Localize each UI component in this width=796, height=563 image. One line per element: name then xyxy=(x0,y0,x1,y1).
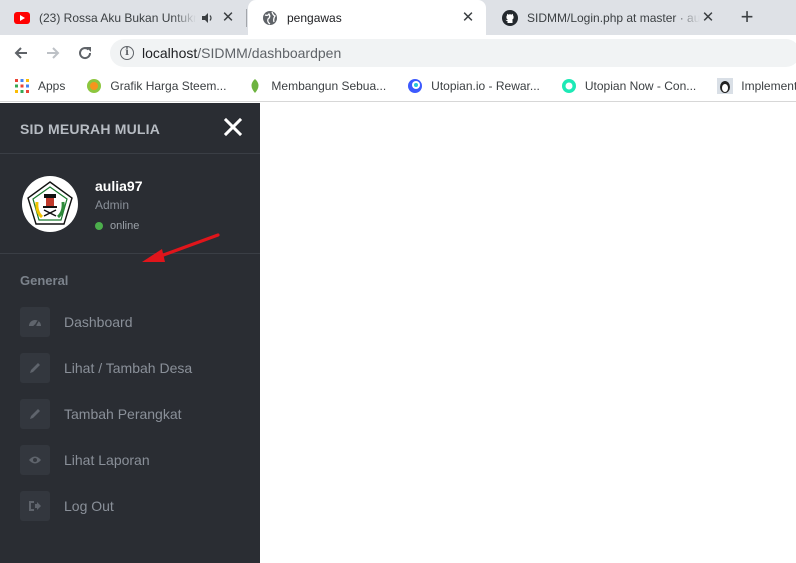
annotation-arrow-icon xyxy=(142,233,220,262)
sidebar-item-dashboard[interactable]: Dashboard xyxy=(0,299,260,345)
tab-separator xyxy=(246,9,247,27)
leaf-icon xyxy=(247,78,263,94)
close-tab-icon[interactable]: ✕ xyxy=(220,9,236,26)
main-content-area xyxy=(260,103,796,563)
sign-out-icon xyxy=(20,491,50,521)
menu-section-title: General xyxy=(20,273,69,288)
bookmark-label: Implementasi xyxy=(741,78,796,93)
info-icon[interactable]: i xyxy=(120,46,134,60)
close-tab-icon[interactable]: ✕ xyxy=(460,9,476,26)
status-text: online xyxy=(110,220,140,232)
brand-title[interactable]: SID MEURAH MULIA xyxy=(20,121,160,137)
sidebar-item-lihat-tambah-desa[interactable]: Lihat / Tambah Desa xyxy=(0,345,260,391)
dashboard-icon xyxy=(20,307,50,337)
bookmark-label: Utopian.io - Rewar... xyxy=(431,78,540,93)
online-status: online xyxy=(95,220,139,232)
browser-tab-youtube[interactable]: (23) Rossa Aku Bukan Untukmu ✕ xyxy=(0,0,247,35)
sidebar-item-label: Lihat / Tambah Desa xyxy=(64,360,193,376)
sidebar-item-tambah-perangkat[interactable]: Tambah Perangkat xyxy=(0,391,260,437)
bookmark-label: Apps xyxy=(38,78,66,93)
sidebar-brand: SID MEURAH MULIA xyxy=(0,103,260,154)
avatar xyxy=(22,176,78,232)
bookmark-membangun[interactable]: Membangun Sebua... xyxy=(247,78,386,94)
sidebar-item-label: Tambah Perangkat xyxy=(64,406,182,422)
bookmark-label: Grafik Harga Steem... xyxy=(110,78,227,93)
eye-icon xyxy=(20,445,50,475)
pencil-icon xyxy=(20,353,50,383)
github-icon xyxy=(502,9,518,26)
sidebar: SID MEURAH MULIA aulia97 Admin online Ge… xyxy=(0,103,260,563)
globe-icon xyxy=(262,10,278,26)
youtube-icon xyxy=(14,10,30,26)
page-content: SID MEURAH MULIA aulia97 Admin online Ge… xyxy=(0,103,796,563)
user-profile: aulia97 Admin online xyxy=(0,155,260,262)
utopian-icon xyxy=(407,78,423,94)
bookmark-grafik-harga[interactable]: Grafik Harga Steem... xyxy=(86,78,226,94)
sidebar-menu: Dashboard Lihat / Tambah Desa Tambah Per… xyxy=(0,299,260,529)
username: aulia97 xyxy=(95,178,143,194)
speaker-icon[interactable] xyxy=(200,11,214,25)
apps-grid-icon xyxy=(14,78,30,94)
bookmark-label: Membangun Sebua... xyxy=(271,78,387,93)
bookmark-utopian-now[interactable]: Utopian Now - Con... xyxy=(561,78,696,94)
bookmarks-bar: Apps Grafik Harga Steem... Membangun Seb… xyxy=(0,70,796,102)
browser-toolbar: i localhost/SIDMM/dashboardpen xyxy=(0,35,796,70)
close-tab-icon[interactable]: ✕ xyxy=(700,9,716,26)
forward-arrow-icon[interactable] xyxy=(42,42,64,64)
penguin-icon xyxy=(717,77,734,94)
bookmark-implementasi[interactable]: Implementasi xyxy=(717,77,796,94)
address-bar[interactable]: i localhost/SIDMM/dashboardpen xyxy=(110,39,796,67)
tab-title: pengawas xyxy=(287,10,342,25)
sidebar-item-lihat-laporan[interactable]: Lihat Laporan xyxy=(0,437,260,483)
reload-icon[interactable] xyxy=(74,42,96,64)
browser-tab-strip: (23) Rossa Aku Bukan Untukmu ✕ pengawas … xyxy=(0,0,796,35)
sidebar-item-log-out[interactable]: Log Out xyxy=(0,483,260,529)
bookmark-label: Utopian Now - Con... xyxy=(584,78,697,93)
status-dot-icon xyxy=(95,222,103,230)
browser-tab-github[interactable]: SIDMM/Login.php at master · aulia97 ✕ xyxy=(488,0,726,35)
new-tab-button[interactable]: + xyxy=(736,6,758,29)
url-text: localhost/SIDMM/dashboardpen xyxy=(142,45,341,61)
tab-title: (23) Rossa Aku Bukan Untukmu xyxy=(39,10,196,25)
bookmark-apps[interactable]: Apps xyxy=(14,78,65,94)
bookmark-utopian[interactable]: Utopian.io - Rewar... xyxy=(407,78,540,94)
url-host: localhost xyxy=(142,45,198,61)
tab-title: SIDMM/Login.php at master · aulia97 xyxy=(527,10,700,25)
utopian-now-icon xyxy=(561,78,577,94)
browser-tab-pengawas[interactable]: pengawas ✕ xyxy=(248,0,486,35)
user-role: Admin xyxy=(95,198,130,212)
close-icon[interactable] xyxy=(223,117,243,137)
sidebar-item-label: Dashboard xyxy=(64,314,133,330)
globe-icon xyxy=(86,78,102,94)
sidebar-item-label: Log Out xyxy=(64,498,114,514)
pencil-icon xyxy=(20,399,50,429)
back-arrow-icon[interactable] xyxy=(10,42,32,64)
url-path: /SIDMM/dashboardpen xyxy=(197,45,342,61)
sidebar-item-label: Lihat Laporan xyxy=(64,452,150,468)
